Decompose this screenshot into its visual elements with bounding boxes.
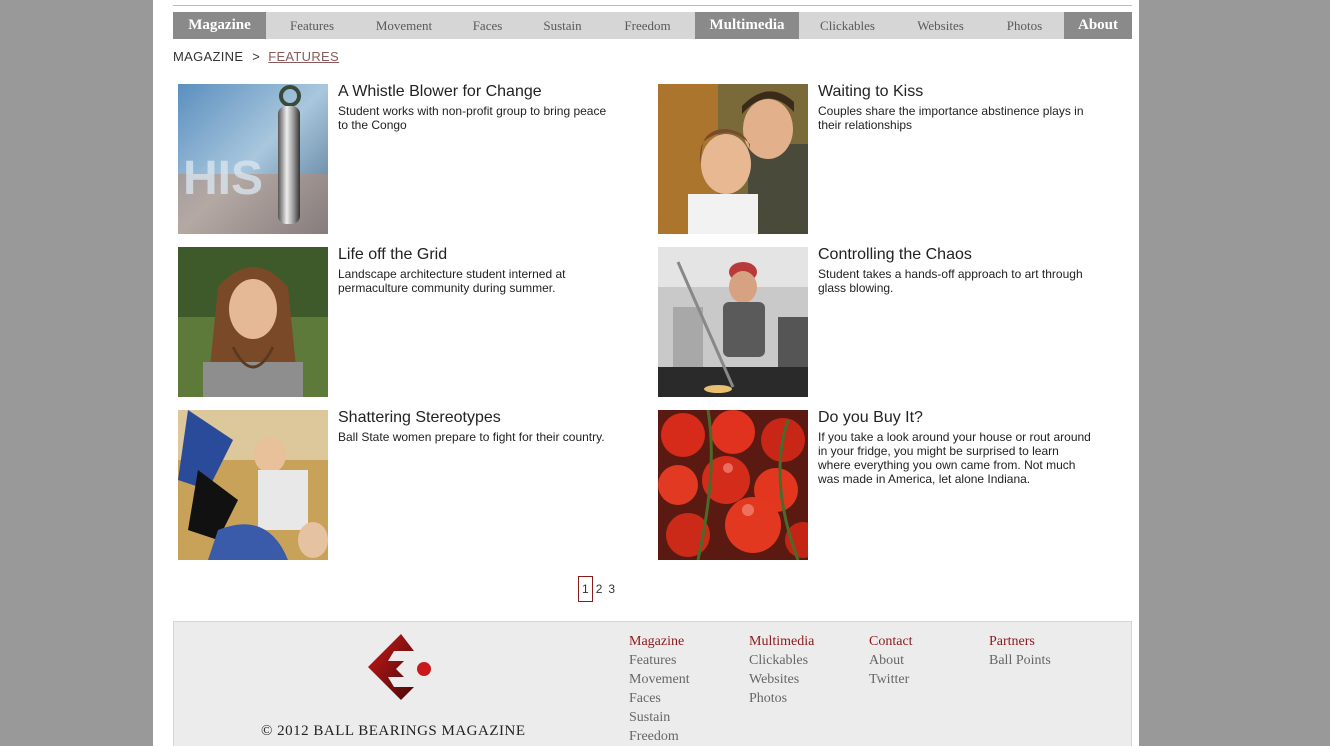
footer-link-features[interactable]: Features: [629, 651, 690, 670]
nav-item-websites[interactable]: Websites: [896, 12, 985, 39]
magazine-logo-icon[interactable]: [366, 632, 436, 704]
footer-link-about[interactable]: About: [869, 651, 913, 670]
article-description: Student works with non-profit group to b…: [338, 104, 607, 132]
footer-column-partners: Partners Ball Points: [989, 632, 1051, 670]
footer-link-faces[interactable]: Faces: [629, 689, 690, 708]
article-thumbnail[interactable]: [178, 247, 328, 397]
footer-heading-multimedia[interactable]: Multimedia: [749, 632, 814, 651]
article-card: Shattering Stereotypes Ball State women …: [178, 409, 638, 560]
breadcrumb-root[interactable]: MAGAZINE: [173, 49, 243, 64]
footer-heading-magazine[interactable]: Magazine: [629, 632, 690, 651]
nav-item-faces[interactable]: Faces: [450, 12, 525, 39]
article-thumbnail[interactable]: [658, 247, 808, 397]
nav-item-magazine[interactable]: Magazine: [173, 12, 266, 39]
footer: © 2012 BALL BEARINGS MAGAZINE Magazine F…: [173, 621, 1132, 746]
article-card: Waiting to Kiss Couples share the import…: [658, 83, 1118, 234]
page-link-3[interactable]: 3: [605, 582, 618, 596]
breadcrumb: MAGAZINE > FEATURES: [173, 49, 339, 64]
article-title[interactable]: Shattering Stereotypes: [338, 409, 501, 427]
footer-link-websites[interactable]: Websites: [749, 670, 814, 689]
article-card: HIS A Whistle Blower for Change Student …: [178, 83, 638, 234]
footer-link-twitter[interactable]: Twitter: [869, 670, 913, 689]
nav-item-features[interactable]: Features: [266, 12, 358, 39]
article-card: Do you Buy It? If you take a look around…: [658, 409, 1118, 560]
article-card: Life off the Grid Landscape architecture…: [178, 246, 638, 397]
article-title[interactable]: Do you Buy It?: [818, 409, 923, 427]
article-thumbnail[interactable]: HIS: [178, 84, 328, 234]
article-description: Student takes a hands-off approach to ar…: [818, 267, 1083, 295]
article-title[interactable]: Controlling the Chaos: [818, 246, 972, 264]
article-description: If you take a look around your house or …: [818, 430, 1091, 486]
nav-item-movement[interactable]: Movement: [358, 12, 450, 39]
article-description: Landscape architecture student interned …: [338, 267, 566, 295]
pagination: 1 2 3: [578, 576, 618, 602]
breadcrumb-current[interactable]: FEATURES: [268, 49, 339, 64]
svg-text:HIS: HIS: [183, 152, 263, 205]
footer-column-contact: Contact About Twitter: [869, 632, 913, 689]
footer-column-multimedia: Multimedia Clickables Websites Photos: [749, 632, 814, 708]
article-description: Ball State women prepare to fight for th…: [338, 430, 605, 444]
footer-link-sustain[interactable]: Sustain: [629, 708, 690, 727]
nav-item-sustain[interactable]: Sustain: [525, 12, 600, 39]
footer-heading-contact[interactable]: Contact: [869, 632, 913, 651]
article-title[interactable]: Life off the Grid: [338, 246, 447, 264]
copyright-text: © 2012 BALL BEARINGS MAGAZINE: [261, 723, 526, 739]
article-title[interactable]: Waiting to Kiss: [818, 83, 923, 101]
article-card: Controlling the Chaos Student takes a ha…: [658, 246, 1118, 397]
footer-link-photos[interactable]: Photos: [749, 689, 814, 708]
article-thumbnail[interactable]: [658, 84, 808, 234]
nav-item-freedom[interactable]: Freedom: [600, 12, 695, 39]
breadcrumb-separator: >: [252, 49, 261, 64]
article-title[interactable]: A Whistle Blower for Change: [338, 83, 542, 101]
nav-item-clickables[interactable]: Clickables: [799, 12, 896, 39]
page-link-2[interactable]: 2: [593, 582, 606, 596]
footer-link-freedom[interactable]: Freedom: [629, 727, 690, 746]
article-thumbnail[interactable]: [658, 410, 808, 560]
top-divider: [173, 5, 1132, 6]
main-nav: Magazine Features Movement Faces Sustain…: [173, 12, 1132, 39]
page-container: Magazine Features Movement Faces Sustain…: [153, 0, 1139, 746]
page-link-1[interactable]: 1: [578, 576, 593, 602]
footer-link-movement[interactable]: Movement: [629, 670, 690, 689]
footer-column-magazine: Magazine Features Movement Faces Sustain…: [629, 632, 690, 746]
footer-link-ball-points[interactable]: Ball Points: [989, 651, 1051, 670]
nav-item-photos[interactable]: Photos: [985, 12, 1064, 39]
article-thumbnail[interactable]: [178, 410, 328, 560]
nav-item-multimedia[interactable]: Multimedia: [695, 12, 799, 39]
nav-item-about[interactable]: About: [1064, 12, 1132, 39]
article-description: Couples share the importance abstinence …: [818, 104, 1084, 132]
footer-link-clickables[interactable]: Clickables: [749, 651, 814, 670]
footer-heading-partners[interactable]: Partners: [989, 632, 1051, 651]
